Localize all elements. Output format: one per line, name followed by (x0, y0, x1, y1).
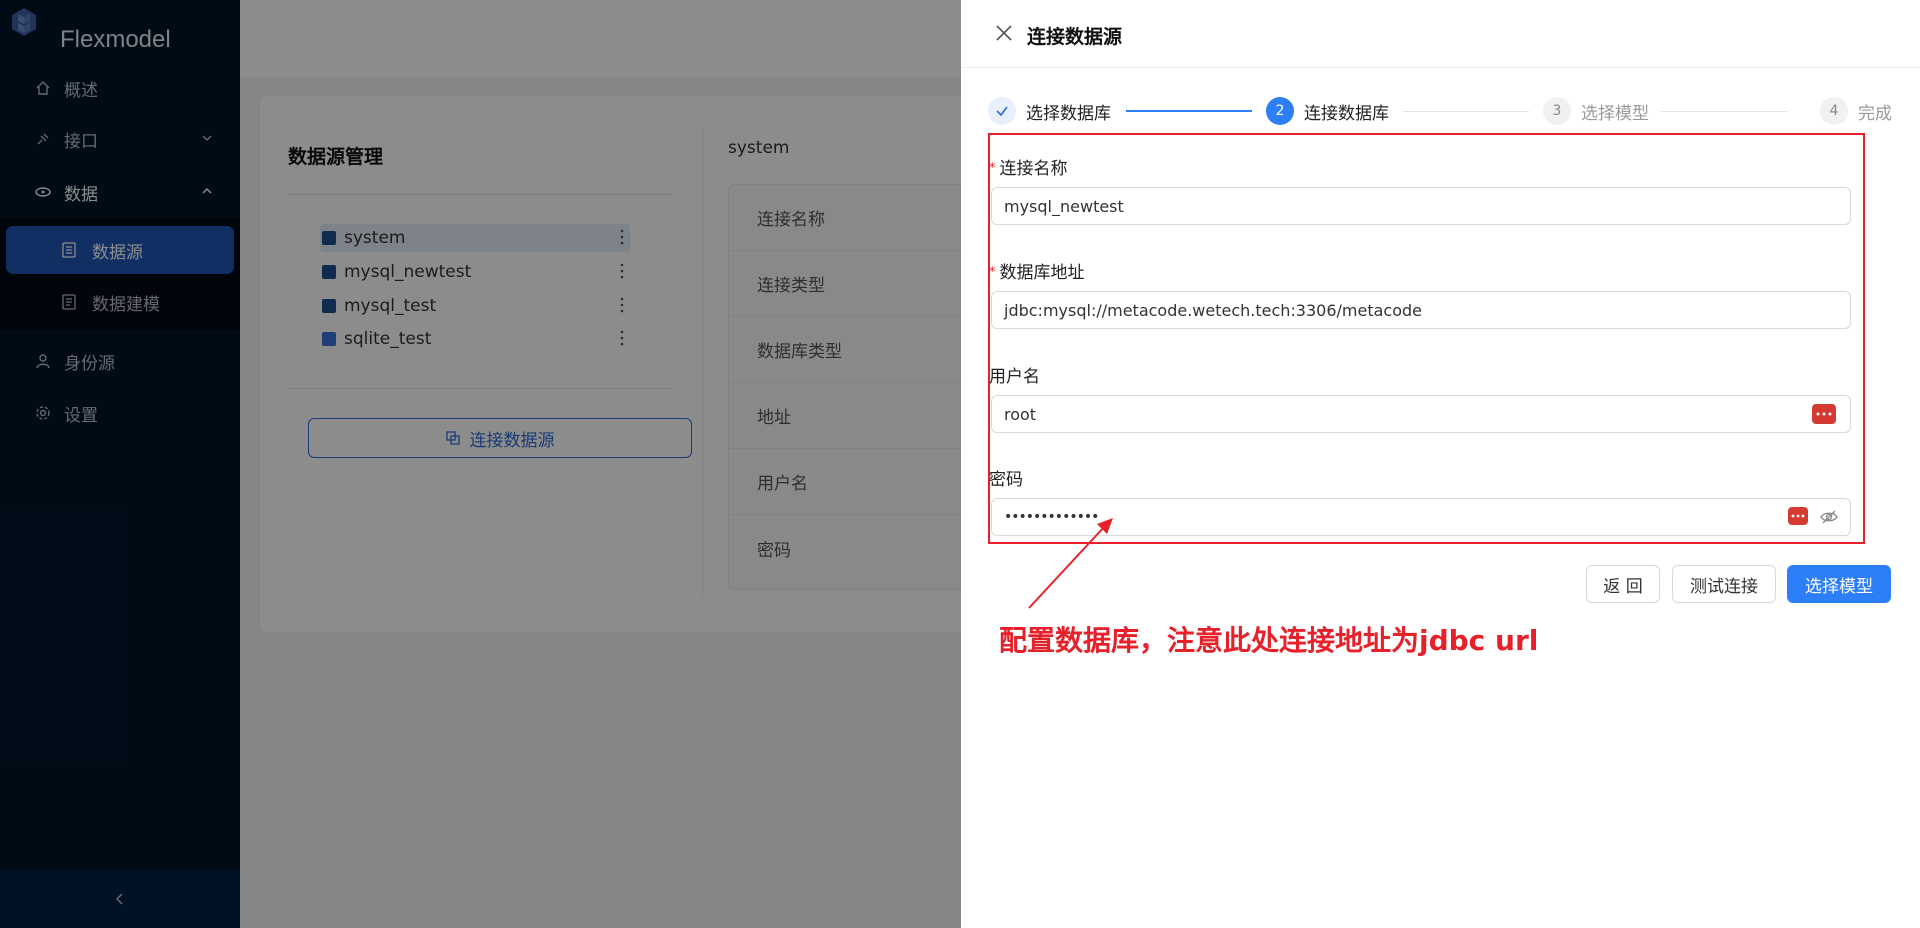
username-label: 用户名 (989, 367, 1040, 387)
annotation-arrow-icon (1028, 518, 1113, 609)
check-icon (988, 97, 1016, 125)
step-label: 选择数据库 (1026, 103, 1111, 124)
input-value: jdbc:mysql://metacode.wetech.tech:3306/m… (1004, 300, 1423, 320)
back-button[interactable]: 返 回 (1586, 565, 1660, 603)
step-number: 3 (1543, 97, 1571, 125)
step-number: 2 (1266, 97, 1294, 125)
step-connect-database: 2 连接数据库 (1266, 96, 1389, 126)
annotation-text: 配置数据库，注意此处连接地址为jdbc url (999, 624, 1539, 657)
step-select-database: 选择数据库 (988, 96, 1111, 126)
step-number: 4 (1820, 97, 1848, 125)
step-label: 连接数据库 (1304, 103, 1389, 124)
db-url-input[interactable]: jdbc:mysql://metacode.wetech.tech:3306/m… (991, 291, 1851, 329)
password-manager-icon[interactable] (1812, 404, 1836, 424)
step-connector (1126, 110, 1252, 112)
username-input[interactable]: root (991, 395, 1851, 433)
modal-mask-sidebar[interactable] (0, 0, 240, 928)
step-select-model: 3 选择模型 (1543, 96, 1649, 126)
input-value: mysql_newtest (1004, 196, 1124, 216)
step-label: 选择模型 (1581, 103, 1649, 124)
drawer-title: 连接数据源 (1027, 26, 1123, 48)
step-connector (1403, 111, 1529, 112)
eye-invisible-icon[interactable] (1820, 508, 1838, 526)
password-manager-icon[interactable] (1788, 507, 1808, 525)
step-connector (1661, 111, 1787, 112)
required-mark: * (989, 161, 996, 176)
close-icon[interactable] (995, 24, 1013, 42)
select-model-button[interactable]: 选择模型 (1787, 565, 1891, 603)
db-url-label: * 数据库地址 (989, 263, 1085, 283)
connection-name-input[interactable]: mysql_newtest (991, 187, 1851, 225)
required-mark: * (989, 265, 996, 280)
connect-datasource-drawer: 连接数据源 选择数据库 2 连接数据库 3 选择模型 4 完成 * 连接名称 my… (961, 0, 1920, 928)
password-label: 密码 (989, 470, 1023, 490)
test-connection-button[interactable]: 测试连接 (1672, 565, 1776, 603)
drawer-header: 连接数据源 (961, 0, 1920, 68)
connection-name-label: * 连接名称 (989, 159, 1068, 179)
step-label: 完成 (1858, 103, 1892, 124)
input-value: root (1004, 404, 1037, 424)
step-complete: 4 完成 (1820, 96, 1892, 126)
